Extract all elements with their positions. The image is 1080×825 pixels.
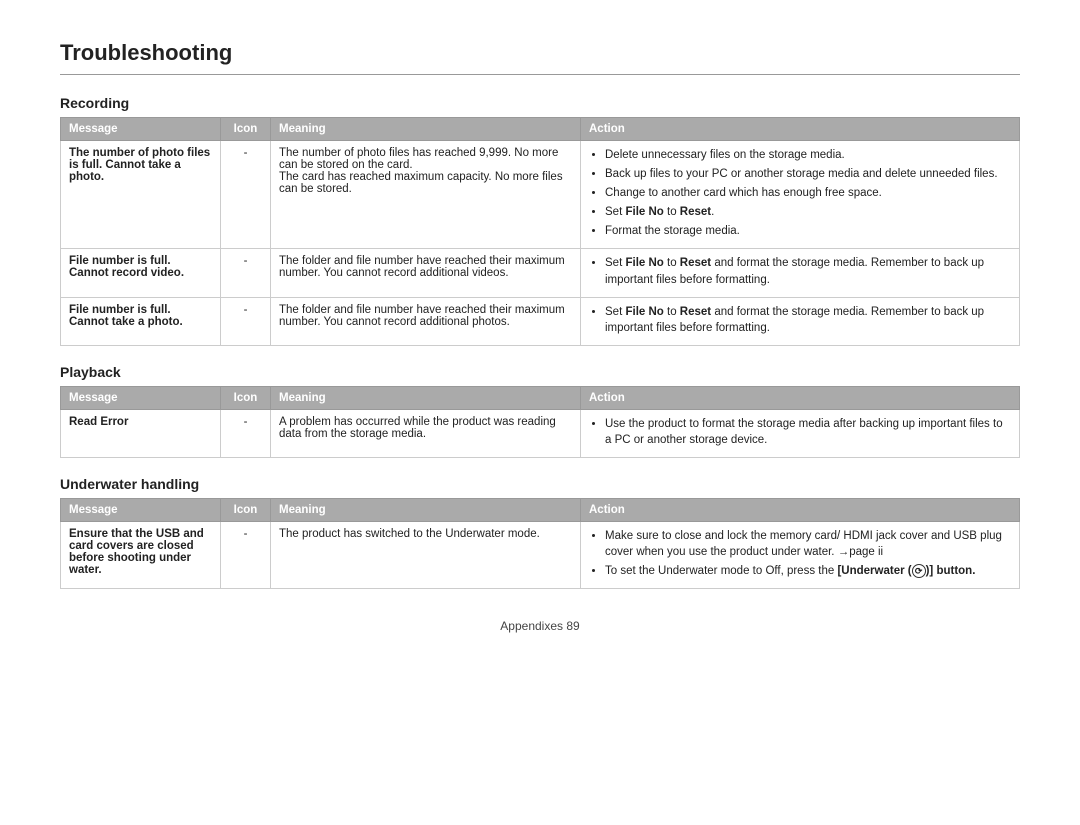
action-item: Make sure to close and lock the memory c… bbox=[605, 528, 1011, 560]
table-playback: MessageIconMeaningActionRead Error-A pro… bbox=[60, 386, 1020, 458]
cell-meaning: The folder and file number have reached … bbox=[271, 249, 581, 297]
action-item: Format the storage media. bbox=[605, 223, 1011, 239]
action-item: Back up files to your PC or another stor… bbox=[605, 166, 1011, 182]
action-item: Set File No to Reset and format the stor… bbox=[605, 255, 1011, 287]
cell-message: File number is full. Cannot record video… bbox=[61, 249, 221, 297]
action-item: Delete unnecessary files on the storage … bbox=[605, 147, 1011, 163]
cell-icon: - bbox=[221, 522, 271, 589]
content-area: RecordingMessageIconMeaningActionThe num… bbox=[60, 95, 1020, 589]
table-underwater: MessageIconMeaningAction Ensure that the … bbox=[60, 498, 1020, 589]
cell-meaning: The product has switched to the Underwat… bbox=[271, 522, 581, 589]
cell-meaning: The number of photo files has reached 9,… bbox=[271, 141, 581, 249]
cell-message: Ensure that the USB and card covers are … bbox=[61, 522, 221, 589]
cell-meaning: The folder and file number have reached … bbox=[271, 297, 581, 345]
col-header-action: Action bbox=[581, 386, 1020, 409]
cell-icon: - bbox=[221, 249, 271, 297]
cell-action: Set File No to Reset and format the stor… bbox=[581, 249, 1020, 297]
col-header-icon: Icon bbox=[221, 118, 271, 141]
table-row: File number is full. Cannot record video… bbox=[61, 249, 1020, 297]
action-item: Change to another card which has enough … bbox=[605, 185, 1011, 201]
col-header-icon: Icon bbox=[221, 386, 271, 409]
cell-action: Set File No to Reset and format the stor… bbox=[581, 297, 1020, 345]
cell-action: Delete unnecessary files on the storage … bbox=[581, 141, 1020, 249]
table-row: Ensure that the USB and card covers are … bbox=[61, 522, 1020, 589]
underwater-icon: ⟳ bbox=[912, 564, 926, 578]
table-row: Read Error-A problem has occurred while … bbox=[61, 409, 1020, 457]
col-header-meaning: Meaning bbox=[271, 499, 581, 522]
table-row: File number is full. Cannot take a photo… bbox=[61, 297, 1020, 345]
action-item: To set the Underwater mode to Off, press… bbox=[605, 563, 1011, 579]
section-heading-underwater: Underwater handling bbox=[60, 476, 1020, 492]
table-recording: MessageIconMeaningActionThe number of ph… bbox=[60, 117, 1020, 346]
cell-action: Make sure to close and lock the memory c… bbox=[581, 522, 1020, 589]
footer-text: Appendixes 89 bbox=[60, 619, 1020, 633]
page-title: Troubleshooting bbox=[60, 40, 1020, 75]
col-header-meaning: Meaning bbox=[271, 386, 581, 409]
col-header-message: Message bbox=[61, 118, 221, 141]
action-item: Set File No to Reset. bbox=[605, 204, 1011, 220]
section-heading-playback: Playback bbox=[60, 364, 1020, 380]
cell-meaning: A problem has occurred while the product… bbox=[271, 409, 581, 457]
cell-icon: - bbox=[221, 297, 271, 345]
col-header-message: Message bbox=[61, 386, 221, 409]
col-header-icon: Icon bbox=[221, 499, 271, 522]
cell-message: File number is full. Cannot take a photo… bbox=[61, 297, 221, 345]
col-header-action: Action bbox=[581, 499, 1020, 522]
cell-message: Read Error bbox=[61, 409, 221, 457]
cell-action: Use the product to format the storage me… bbox=[581, 409, 1020, 457]
cell-icon: - bbox=[221, 141, 271, 249]
action-item: Set File No to Reset and format the stor… bbox=[605, 304, 1011, 336]
action-item: Use the product to format the storage me… bbox=[605, 416, 1011, 448]
col-header-action: Action bbox=[581, 118, 1020, 141]
cell-message: The number of photo files is full. Canno… bbox=[61, 141, 221, 249]
col-header-message: Message bbox=[61, 499, 221, 522]
table-row: The number of photo files is full. Canno… bbox=[61, 141, 1020, 249]
section-heading-recording: Recording bbox=[60, 95, 1020, 111]
cell-icon: - bbox=[221, 409, 271, 457]
col-header-meaning: Meaning bbox=[271, 118, 581, 141]
